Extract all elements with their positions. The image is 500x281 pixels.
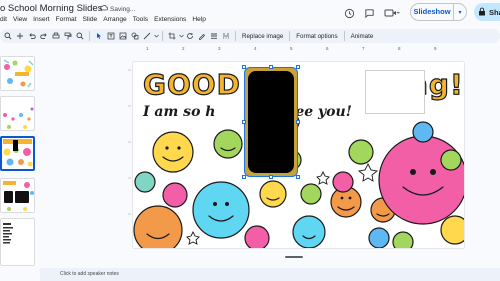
- ruler-mark: 7: [362, 46, 365, 51]
- undo-icon[interactable]: [26, 30, 38, 42]
- history-icon[interactable]: [342, 6, 356, 20]
- paint-format-icon[interactable]: [62, 30, 74, 42]
- search-menus-icon[interactable]: [2, 30, 14, 42]
- share-label: Sha: [489, 7, 500, 17]
- slide-thumbnail[interactable]: [0, 56, 35, 91]
- print-icon[interactable]: [50, 30, 62, 42]
- resize-handle[interactable]: [242, 65, 246, 69]
- resize-handle[interactable]: [296, 65, 300, 69]
- format-options-button[interactable]: Format options: [293, 33, 340, 40]
- slide-thumbnail[interactable]: [0, 96, 35, 131]
- line-dropdown-icon[interactable]: [153, 30, 159, 42]
- slide-thumbnail-selected[interactable]: [0, 136, 35, 171]
- canvas-scroll-handle[interactable]: [285, 256, 303, 258]
- resize-handle[interactable]: [269, 175, 273, 179]
- select-cursor-icon[interactable]: [93, 30, 105, 42]
- menu-help[interactable]: Help: [190, 16, 210, 23]
- border-dash-icon[interactable]: [220, 30, 232, 42]
- meet-icon[interactable]: [382, 6, 402, 20]
- animate-button[interactable]: Animate: [348, 33, 377, 40]
- text-box-icon[interactable]: [105, 30, 117, 42]
- ruler-mark: 5: [290, 46, 293, 51]
- title-bar: o School Morning Slides Saving... dit Vi…: [0, 0, 500, 28]
- ruler-mark: 3: [218, 46, 221, 51]
- save-status-text: Saving...: [110, 5, 136, 13]
- ruler-mark: 1: [146, 46, 149, 51]
- black-frame-image: [248, 71, 294, 173]
- replace-image-button[interactable]: Replace image: [239, 33, 286, 40]
- toolbar-divider: [343, 31, 345, 41]
- speaker-notes-placeholder[interactable]: Click to add speaker notes: [60, 271, 119, 277]
- slide-thumbnail[interactable]: [0, 218, 35, 266]
- resize-handle[interactable]: [296, 120, 300, 124]
- new-slide-icon[interactable]: [14, 30, 26, 42]
- menu-slide[interactable]: Slide: [81, 16, 102, 23]
- menu-insert[interactable]: Insert: [31, 16, 54, 23]
- menu-tools[interactable]: Tools: [131, 16, 152, 23]
- menu-arrange[interactable]: Arrange: [101, 16, 130, 23]
- subline-part-1: I am so h: [143, 104, 216, 120]
- ruler-mark: 6: [326, 46, 329, 51]
- resize-handle[interactable]: [242, 175, 246, 179]
- toolbar-divider: [289, 31, 291, 41]
- resize-handle[interactable]: [269, 65, 273, 69]
- comments-icon[interactable]: [362, 6, 376, 20]
- slideshow-label: Slideshow: [411, 4, 454, 20]
- line-icon[interactable]: [141, 30, 153, 42]
- resize-handle[interactable]: [242, 120, 246, 124]
- menu-bar: dit View Insert Format Slide Arrange Too…: [0, 16, 210, 23]
- toolbar-divider: [162, 31, 163, 41]
- selected-image-frame[interactable]: [242, 65, 300, 179]
- toolbar-divider: [89, 31, 90, 41]
- lock-icon: [478, 7, 486, 18]
- menu-extensions[interactable]: Extensions: [152, 16, 190, 23]
- crop-icon[interactable]: [166, 30, 178, 42]
- toolbar: Replace image Format options Animate: [0, 29, 500, 43]
- horizontal-ruler[interactable]: 1 2 3 4 5 6 7 8 9: [118, 45, 500, 53]
- menu-view[interactable]: View: [11, 16, 31, 23]
- chevron-down-icon[interactable]: ▾: [454, 9, 466, 16]
- menu-format[interactable]: Format: [54, 16, 81, 23]
- slide-thumbnail[interactable]: [0, 178, 35, 213]
- border-color-icon[interactable]: [196, 30, 208, 42]
- shape-icon[interactable]: [129, 30, 141, 42]
- ruler-mark: 4: [254, 46, 257, 51]
- border-weight-icon[interactable]: [208, 30, 220, 42]
- slide-canvas[interactable]: GOOD Mning! I am so hsee you!: [133, 62, 464, 248]
- redo-icon[interactable]: [38, 30, 50, 42]
- vertical-ruler[interactable]: [125, 60, 131, 250]
- document-title[interactable]: o School Morning Slides: [0, 3, 102, 14]
- ruler-mark: 2: [182, 46, 185, 51]
- placeholder-rectangle[interactable]: [365, 70, 425, 114]
- toolbar-divider: [235, 31, 236, 41]
- slide-filmstrip: [0, 50, 40, 281]
- resize-handle[interactable]: [296, 175, 300, 179]
- ruler-mark: 8: [398, 46, 401, 51]
- zoom-icon[interactable]: [74, 30, 86, 42]
- share-button[interactable]: Sha: [474, 3, 500, 21]
- menu-edit[interactable]: dit: [0, 16, 11, 23]
- slideshow-button[interactable]: Slideshow ▾: [410, 3, 467, 21]
- reset-image-icon[interactable]: [184, 30, 196, 42]
- save-status: Saving...: [100, 5, 135, 13]
- cloud-sync-icon: [100, 5, 108, 13]
- image-icon[interactable]: [117, 30, 129, 42]
- ruler-mark: 9: [434, 46, 437, 51]
